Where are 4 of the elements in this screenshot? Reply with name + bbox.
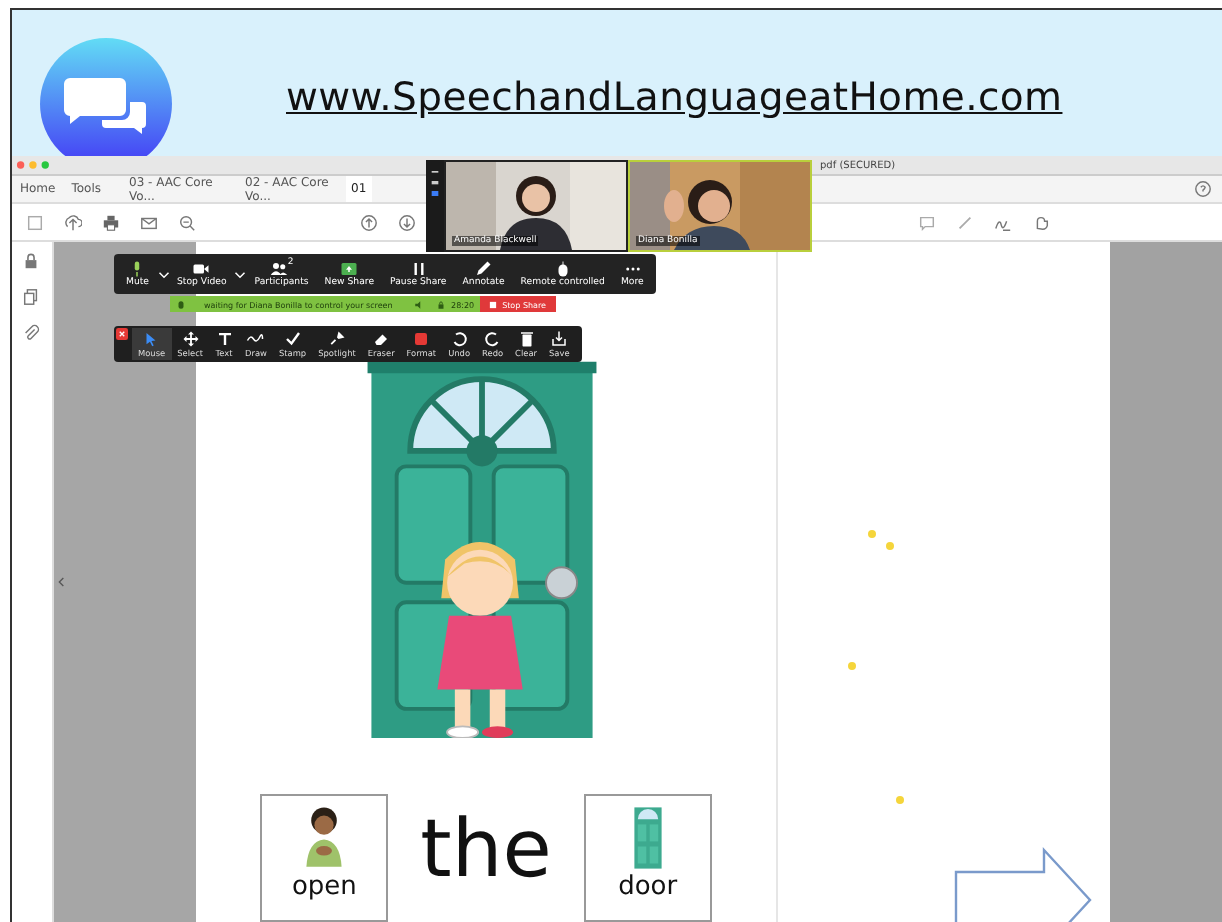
card-label: door (618, 872, 678, 902)
sentence-word: the (420, 806, 552, 894)
website-link[interactable]: www.SpeechandLanguageatHome.com (286, 74, 1063, 120)
card-label: open (291, 872, 357, 902)
